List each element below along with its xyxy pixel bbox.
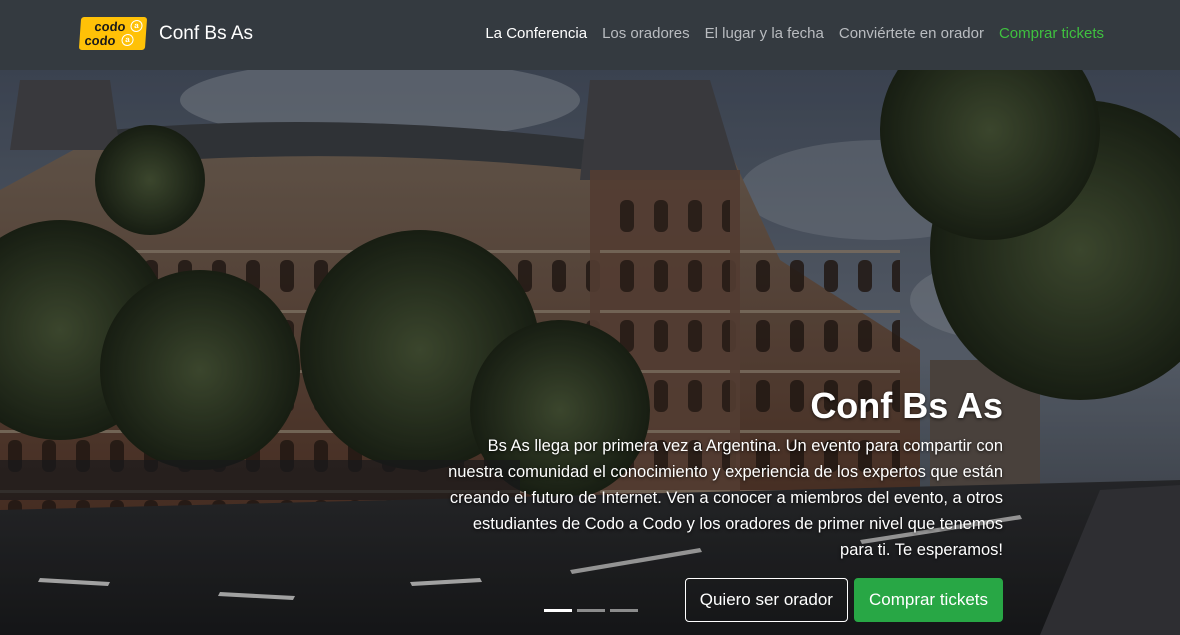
- nav-link-la-conferencia[interactable]: La Conferencia: [485, 25, 587, 42]
- hero-title: Conf Bs As: [810, 385, 1003, 426]
- logo-dot-top: a: [130, 20, 143, 32]
- brand-name: Conf Bs As: [159, 22, 253, 44]
- codo-a-codo-logo: codo a codo a: [78, 17, 148, 50]
- brand-link[interactable]: codo a codo a Conf Bs As: [78, 17, 253, 50]
- nav-link-conviertete-en-orador[interactable]: Conviértete en orador: [839, 25, 984, 42]
- nav-link-el-lugar-y-la-fecha[interactable]: El lugar y la fecha: [705, 25, 824, 42]
- carousel-indicator-2[interactable]: [577, 609, 605, 612]
- carousel-caption: Conf Bs As Bs As llega por primera vez a…: [443, 385, 1003, 563]
- become-speaker-button[interactable]: Quiero ser orador: [684, 578, 848, 622]
- nav-links: La Conferencia Los oradores El lugar y l…: [485, 25, 1104, 42]
- carousel-indicator-1[interactable]: [544, 609, 572, 612]
- carousel-indicators: [544, 609, 638, 612]
- nav-link-comprar-tickets[interactable]: Comprar tickets: [999, 25, 1104, 42]
- carousel-indicator-3[interactable]: [610, 609, 638, 612]
- nav-link-los-oradores[interactable]: Los oradores: [602, 25, 690, 42]
- hero-buttons: Quiero ser orador Comprar tickets: [684, 578, 1003, 622]
- buy-tickets-button[interactable]: Comprar tickets: [853, 578, 1003, 622]
- navbar: codo a codo a Conf Bs As La Conferencia …: [0, 0, 1180, 70]
- logo-text-top: codo: [93, 19, 127, 34]
- hero-description: Bs As llega por primera vez a Argentina.…: [448, 437, 1003, 559]
- hero-carousel: Conf Bs As Bs As llega por primera vez a…: [0, 70, 1180, 635]
- logo-text-bottom: codo: [83, 33, 117, 48]
- logo-dot-bottom: a: [121, 34, 134, 46]
